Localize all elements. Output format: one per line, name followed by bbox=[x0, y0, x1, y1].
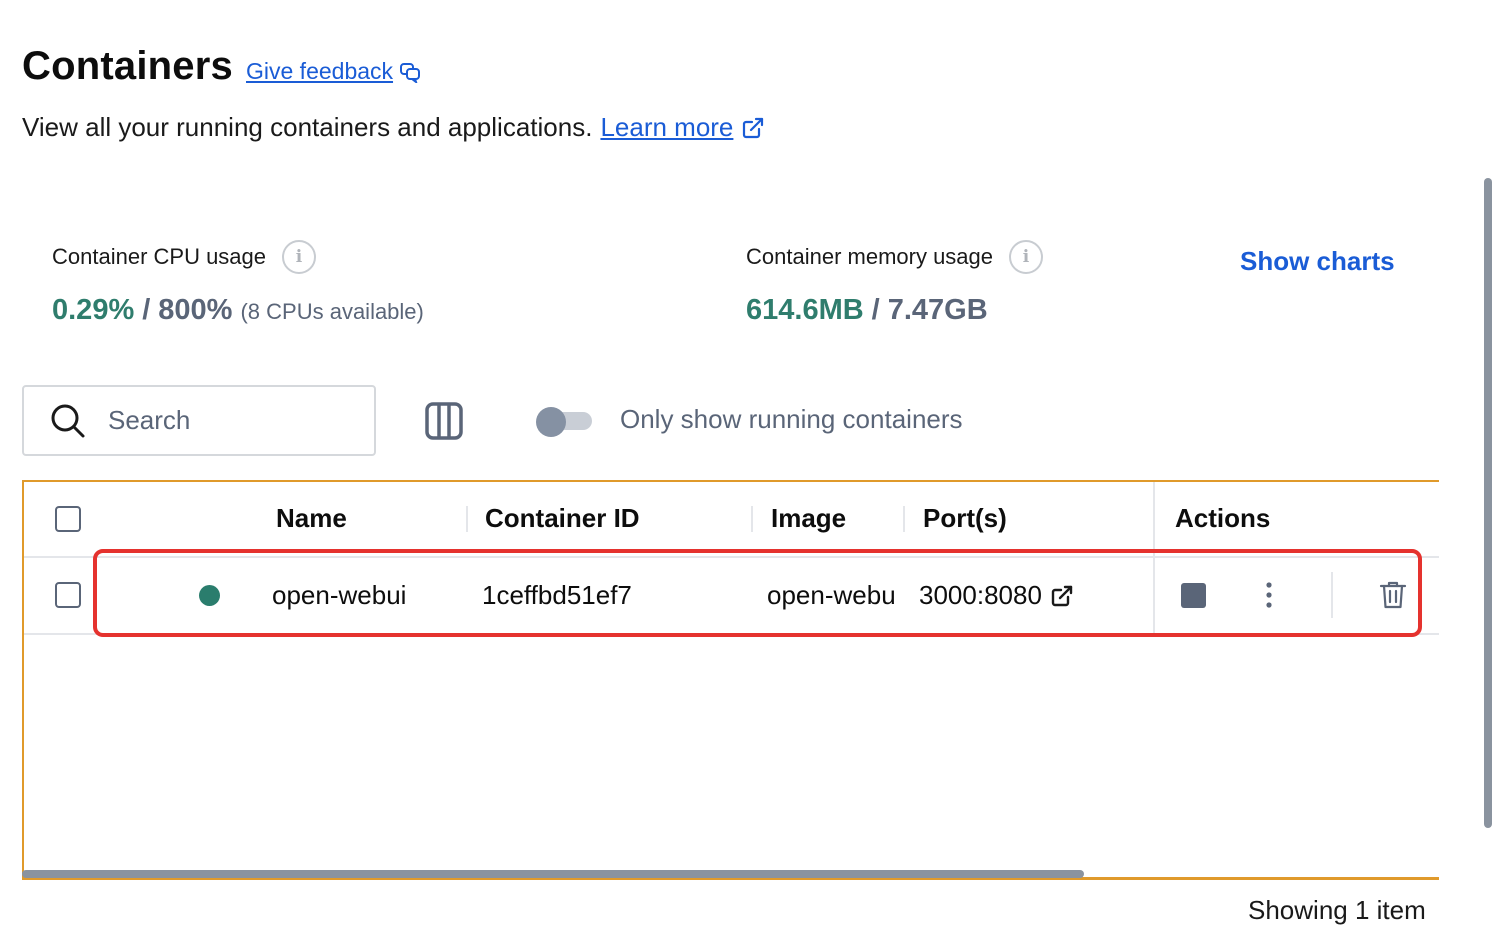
memory-total: 7.47GB bbox=[887, 294, 988, 326]
vertical-scrollbar[interactable] bbox=[1484, 178, 1492, 828]
give-feedback-link[interactable]: Give feedback bbox=[246, 58, 421, 85]
cpu-usage-label: Container CPU usage i bbox=[52, 240, 317, 274]
actions-column-divider bbox=[1153, 482, 1155, 634]
container-name-link[interactable]: open-webui bbox=[272, 580, 406, 611]
more-actions-icon[interactable] bbox=[1256, 580, 1282, 612]
show-charts-button[interactable]: Show charts bbox=[1240, 246, 1395, 277]
delete-icon[interactable] bbox=[1379, 580, 1407, 610]
port-mapping: 3000:8080 bbox=[919, 580, 1042, 610]
memory-separator: / bbox=[871, 294, 880, 326]
cpu-total: 800% bbox=[158, 294, 233, 326]
columns-icon[interactable] bbox=[424, 401, 464, 441]
page-title: Containers bbox=[22, 44, 233, 88]
memory-used: 614.6MB bbox=[746, 294, 864, 326]
cpu-info-icon[interactable]: i bbox=[282, 240, 317, 274]
container-id[interactable]: 1ceffbd51ef7 bbox=[482, 580, 632, 611]
learn-more-link[interactable]: Learn more bbox=[600, 112, 765, 143]
column-resize-handle[interactable] bbox=[466, 506, 468, 532]
memory-info-icon[interactable]: i bbox=[1009, 240, 1044, 274]
cpu-usage-label-text: Container CPU usage bbox=[52, 244, 267, 269]
column-header-container-id[interactable]: Container ID bbox=[485, 503, 640, 534]
toggle-knob bbox=[536, 407, 566, 437]
column-resize-handle[interactable] bbox=[903, 506, 905, 532]
search-placeholder: Search bbox=[108, 405, 191, 435]
row-divider bbox=[24, 633, 1439, 635]
column-header-actions: Actions bbox=[1175, 503, 1271, 533]
column-resize-handle[interactable] bbox=[751, 506, 753, 532]
column-header-name[interactable]: Name bbox=[276, 503, 347, 534]
learn-more-label: Learn more bbox=[600, 112, 734, 142]
page-subtitle: View all your running containers and app… bbox=[22, 112, 765, 143]
cpu-used: 0.29% bbox=[52, 294, 135, 326]
external-link-icon bbox=[743, 117, 764, 138]
memory-usage-label-text: Container memory usage bbox=[746, 244, 994, 269]
search-icon bbox=[51, 404, 85, 437]
running-only-toggle[interactable] bbox=[536, 407, 592, 437]
containers-table bbox=[22, 480, 1439, 880]
stop-container-button[interactable] bbox=[1181, 583, 1206, 608]
subtitle-text: View all your running containers and app… bbox=[22, 112, 593, 142]
give-feedback-label: Give feedback bbox=[246, 58, 394, 84]
header-divider bbox=[24, 556, 1439, 558]
external-link-icon bbox=[1051, 585, 1073, 606]
column-header-ports[interactable]: Port(s) bbox=[923, 503, 1007, 534]
horizontal-scrollbar[interactable] bbox=[22, 870, 1084, 878]
cpu-usage-value: 0.29% / 800% (8 CPUs available) bbox=[52, 294, 424, 327]
column-header-image[interactable]: Image bbox=[771, 503, 846, 534]
search-input[interactable]: Search bbox=[22, 385, 376, 456]
running-only-label: Only show running containers bbox=[620, 404, 963, 434]
actions-separator bbox=[1331, 572, 1333, 618]
cpu-available: (8 CPUs available) bbox=[240, 299, 424, 324]
memory-usage-label: Container memory usage i bbox=[746, 240, 1044, 274]
feedback-icon bbox=[400, 62, 421, 83]
row-select-checkbox[interactable] bbox=[55, 582, 81, 608]
select-all-checkbox[interactable] bbox=[55, 506, 81, 532]
cpu-separator: / bbox=[142, 294, 151, 326]
item-count: Showing 1 item bbox=[1248, 895, 1426, 925]
status-running-indicator bbox=[199, 585, 220, 606]
memory-usage-value: 614.6MB / 7.47GB bbox=[746, 294, 988, 327]
port-link[interactable]: 3000:8080 bbox=[919, 580, 1074, 611]
container-image[interactable]: open-webu bbox=[767, 580, 901, 611]
